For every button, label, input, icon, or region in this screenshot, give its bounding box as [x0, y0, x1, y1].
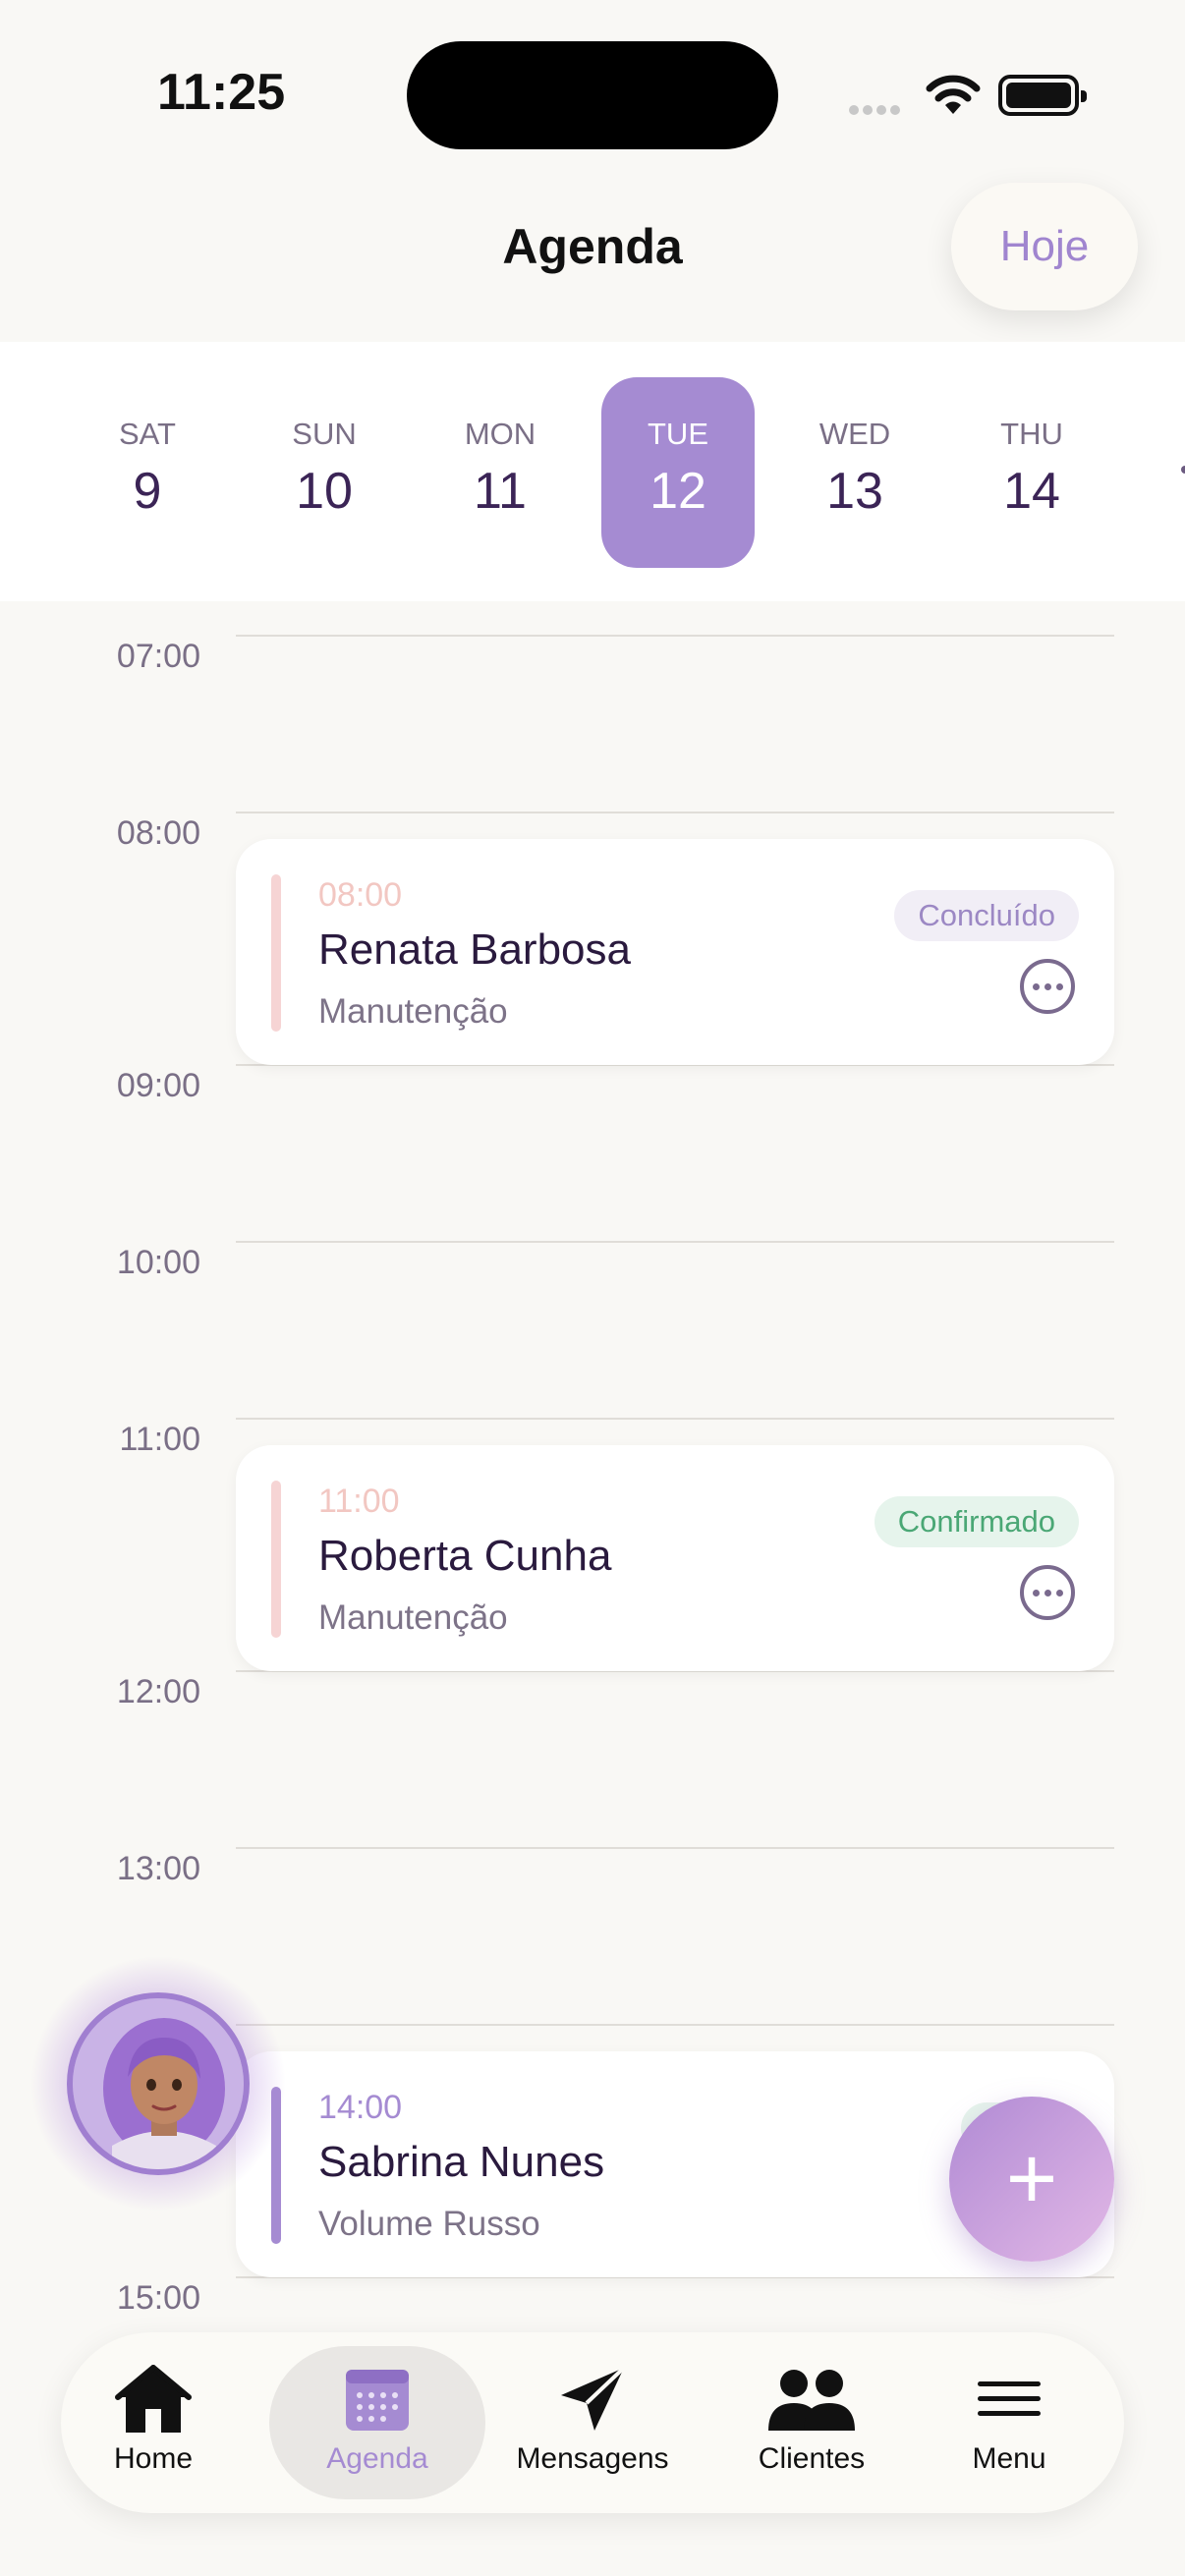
- home-icon: [115, 2365, 192, 2433]
- appointment-card[interactable]: 08:00 Renata Barbosa Manutenção Concluíd…: [236, 839, 1114, 1065]
- send-icon: [561, 2366, 626, 2431]
- day-number: 11: [474, 463, 527, 520]
- nav-label: Menu: [972, 2442, 1046, 2475]
- client-name: Sabrina Nunes: [318, 2138, 605, 2186]
- hour-label: 11:00: [119, 1421, 200, 1458]
- nav-item-agenda[interactable]: Agenda: [269, 2346, 485, 2499]
- day-tue-12-selected[interactable]: TUE 12: [601, 377, 755, 568]
- today-button[interactable]: Hoje: [951, 183, 1138, 310]
- day-mon-11[interactable]: MON 11: [423, 377, 577, 568]
- day-wed-13[interactable]: WED 13: [778, 377, 931, 568]
- day-number: 9: [133, 463, 162, 520]
- status-time: 11:25: [157, 64, 286, 121]
- hour-divider: [236, 1847, 1114, 1849]
- day-thu-14[interactable]: THU 14: [955, 377, 1108, 568]
- cellular-signal-icon: [849, 102, 904, 120]
- nav-item-clientes[interactable]: Clientes: [733, 2346, 890, 2499]
- hour-label: 10:00: [116, 1244, 200, 1281]
- client-name: Renata Barbosa: [318, 925, 631, 974]
- week-strip: SAT 9 SUN 10 MON 11 TUE 12 WED 13 THU 14: [0, 342, 1185, 601]
- calendar-icon: [346, 2370, 409, 2431]
- add-appointment-button[interactable]: +: [949, 2097, 1114, 2262]
- status-badge: Confirmado: [874, 1496, 1079, 1547]
- hour-label: 13:00: [116, 1850, 200, 1887]
- hour-divider: [236, 2024, 1114, 2026]
- hour-label: 07:00: [116, 638, 200, 675]
- appointment-accent-bar: [271, 874, 281, 1032]
- hour-divider: [236, 635, 1114, 637]
- day-number: 14: [1003, 463, 1060, 520]
- assistant-avatar[interactable]: [67, 1992, 250, 2175]
- nav-label: Agenda: [326, 2442, 428, 2475]
- hour-label: 08:00: [116, 814, 200, 852]
- nav-label: Clientes: [758, 2442, 866, 2475]
- hour-divider: [236, 1418, 1114, 1420]
- nav-item-mensagens[interactable]: Mensagens: [499, 2346, 686, 2499]
- status-badge: Concluído: [894, 890, 1079, 941]
- day-sat-9[interactable]: SAT 9: [71, 377, 224, 568]
- hour-divider: [236, 1241, 1114, 1243]
- day-of-week: TUE: [648, 417, 708, 451]
- appointment-time: 14:00: [318, 2089, 403, 2126]
- day-number: 10: [296, 463, 353, 520]
- hour-label: 12:00: [116, 1673, 200, 1710]
- next-day-edge: [1181, 466, 1185, 474]
- more-options-icon[interactable]: [1020, 959, 1075, 1014]
- appointment-card[interactable]: 11:00 Roberta Cunha Manutenção Confirmad…: [236, 1445, 1114, 1671]
- wifi-icon: [926, 75, 981, 114]
- menu-icon: [978, 2381, 1041, 2416]
- nav-item-home[interactable]: Home: [83, 2346, 224, 2499]
- hour-divider: [236, 812, 1114, 813]
- client-name: Roberta Cunha: [318, 1532, 612, 1580]
- day-of-week: MON: [464, 417, 536, 451]
- people-icon: [768, 2370, 855, 2431]
- hour-label: 15:00: [116, 2279, 200, 2317]
- service-name: Manutenção: [318, 1598, 508, 1637]
- appointment-time: 08:00: [318, 876, 403, 914]
- more-options-icon[interactable]: [1020, 1565, 1075, 1620]
- nav-label: Home: [113, 2442, 194, 2475]
- day-of-week: THU: [1000, 417, 1063, 451]
- day-of-week: WED: [818, 417, 891, 451]
- day-of-week: SAT: [119, 417, 176, 451]
- nav-label: Mensagens: [516, 2442, 669, 2475]
- day-number: 13: [826, 463, 883, 520]
- day-of-week: SUN: [292, 417, 357, 451]
- appointment-time: 11:00: [318, 1483, 400, 1520]
- dynamic-island: [407, 41, 778, 149]
- appointment-accent-bar: [271, 1481, 281, 1638]
- service-name: Volume Russo: [318, 2205, 540, 2243]
- service-name: Manutenção: [318, 992, 508, 1031]
- day-number: 12: [649, 463, 706, 520]
- bottom-navigation: Home Agenda Mensagens Clientes Menu: [61, 2332, 1124, 2513]
- battery-icon: [998, 75, 1087, 116]
- nav-item-menu[interactable]: Menu: [935, 2346, 1083, 2499]
- day-sun-10[interactable]: SUN 10: [248, 377, 401, 568]
- hour-label: 09:00: [116, 1067, 200, 1104]
